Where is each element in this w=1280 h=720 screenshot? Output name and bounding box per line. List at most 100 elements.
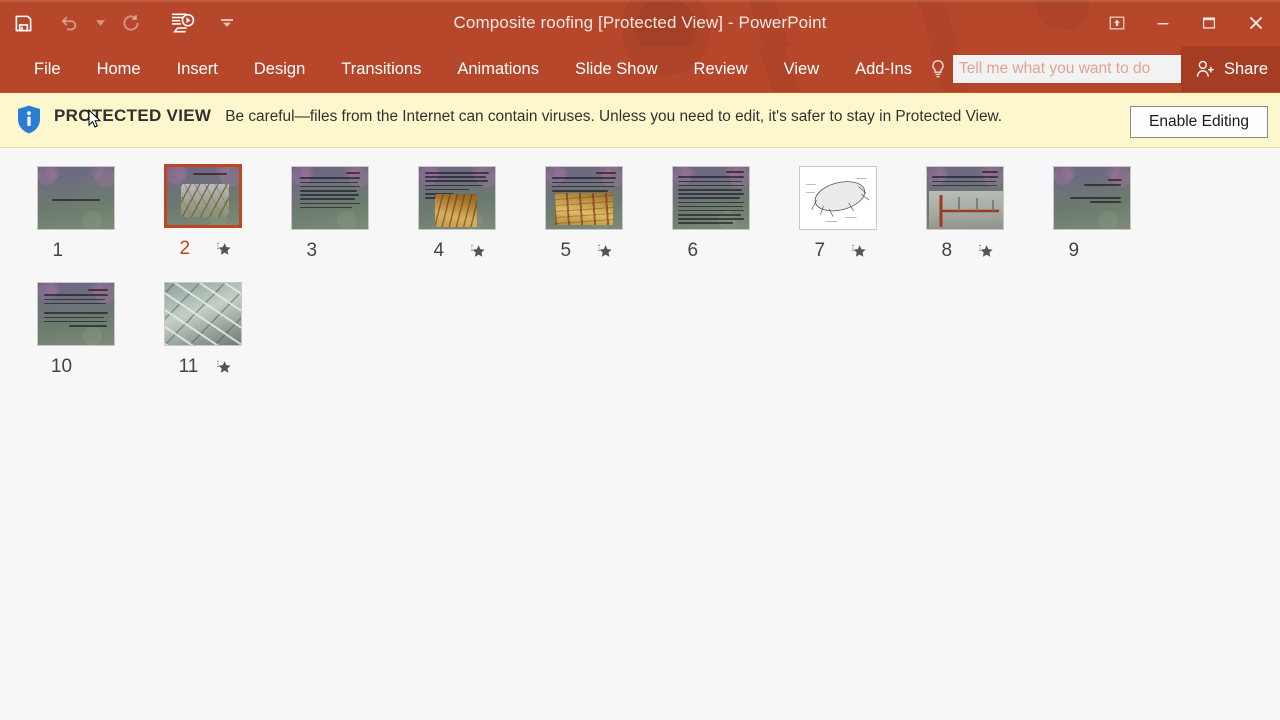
slide-meta: 5 [520, 240, 647, 262]
slide-thumbnail-10[interactable]: 10 [12, 278, 139, 378]
slide-preview [163, 282, 242, 346]
slide-number: 10 [50, 356, 73, 377]
tab-home[interactable]: Home [79, 46, 159, 92]
ribbon-display-options-icon [1109, 16, 1125, 30]
slide-number: 9 [1068, 240, 1080, 261]
redo-button[interactable] [108, 4, 154, 42]
slide-thumbnail-7[interactable]: 7 [774, 162, 901, 262]
slide-meta: 9 [1028, 240, 1155, 262]
slide-number: 2 [179, 238, 191, 259]
slideshow-icon [171, 13, 195, 33]
tab-insert[interactable]: Insert [159, 46, 236, 92]
tell-me-area: Tell me what you want to do Share [923, 46, 1280, 92]
animation-star-icon [597, 243, 613, 259]
slide-preview [290, 166, 369, 230]
undo-dropdown[interactable] [92, 4, 108, 42]
tab-design[interactable]: Design [236, 46, 323, 92]
slide-preview [36, 166, 115, 230]
tab-view[interactable]: View [766, 46, 837, 92]
animation-star-icon [851, 243, 867, 259]
slide-meta: 2 [139, 238, 266, 260]
close-button[interactable] [1232, 0, 1280, 46]
customize-qat-button[interactable] [210, 4, 244, 42]
tab-file[interactable]: File [16, 46, 79, 92]
redo-icon [123, 15, 139, 31]
slide-preview [36, 282, 115, 346]
slide-meta: 3 [266, 240, 393, 262]
animation-star-icon [216, 241, 232, 257]
start-slideshow-button[interactable] [154, 4, 210, 42]
slide-thumbnail-2[interactable]: 2 [139, 162, 266, 262]
slide-number: 8 [941, 240, 953, 261]
slide-meta: 4 [393, 240, 520, 262]
minimize-button[interactable] [1140, 0, 1186, 46]
chevron-down-icon [221, 19, 233, 27]
slide-number: 7 [814, 240, 826, 261]
tab-review[interactable]: Review [676, 46, 766, 92]
slide-preview [671, 166, 750, 230]
info-shield-icon [12, 99, 46, 134]
slide-preview [925, 166, 1004, 230]
slide-preview [417, 166, 496, 230]
slide-thumbnail-4[interactable]: 4 [393, 162, 520, 262]
animation-star-icon [978, 243, 994, 259]
slide-number: 3 [306, 240, 318, 261]
slide-thumbnail-11[interactable]: 11 [139, 278, 266, 378]
mouse-cursor [88, 108, 102, 134]
slide-grid: 1 2 3 4 5 6 7 8 9 10 11 [12, 162, 1280, 394]
tab-slide-show[interactable]: Slide Show [557, 46, 676, 92]
slide-thumbnail-9[interactable]: 9 [1028, 162, 1155, 262]
slide-thumbnail-1[interactable]: 1 [12, 162, 139, 262]
slide-meta: 11 [139, 356, 266, 378]
quick-access-toolbar [0, 4, 244, 42]
tab-animations[interactable]: Animations [439, 46, 557, 92]
lightbulb-icon [923, 59, 953, 79]
save-button[interactable] [0, 4, 46, 42]
window-controls [1094, 0, 1280, 46]
slide-meta: 1 [12, 240, 139, 262]
slide-number: 4 [433, 240, 445, 261]
slide-number: 1 [52, 240, 64, 261]
enable-editing-button[interactable]: Enable Editing [1130, 106, 1268, 138]
close-icon [1249, 16, 1263, 30]
structure-diagram [805, 178, 869, 222]
slide-thumbnail-5[interactable]: 5 [520, 162, 647, 262]
slide-preview [544, 166, 623, 230]
slide-number: 6 [687, 240, 699, 261]
undo-button[interactable] [46, 4, 92, 42]
slide-thumbnail-8[interactable]: 8 [901, 162, 1028, 262]
slide-sorter-pane[interactable]: 1 2 3 4 5 6 7 8 9 10 11 [0, 148, 1280, 710]
animation-star-icon [216, 359, 232, 375]
protected-view-message: Be careful—files from the Internet can c… [225, 108, 1003, 125]
slide-meta: 7 [774, 240, 901, 262]
slide-meta: 6 [647, 240, 774, 262]
search-input[interactable]: Tell me what you want to do [952, 55, 1181, 83]
ribbon-display-options-button[interactable] [1094, 0, 1140, 46]
slide-preview [1052, 166, 1131, 230]
share-person-icon [1196, 60, 1214, 77]
ribbon-tab-bar: File Home Insert Design Transitions Anim… [0, 46, 1280, 92]
ribbon-tabs: File Home Insert Design Transitions Anim… [0, 46, 930, 92]
slide-number: 5 [560, 240, 572, 261]
slide-thumbnail-3[interactable]: 3 [266, 162, 393, 262]
slide-meta: 10 [12, 356, 139, 378]
tab-transitions[interactable]: Transitions [323, 46, 439, 92]
title-bar: Composite roofing [Protected View] - Pow… [0, 0, 1280, 46]
undo-icon [61, 16, 77, 31]
save-icon [15, 15, 31, 31]
protected-view-bar: PROTECTED VIEW Be careful—files from the… [0, 92, 1280, 148]
animation-star-icon [470, 243, 486, 259]
slide-thumbnail-6[interactable]: 6 [647, 162, 774, 262]
tab-add-ins[interactable]: Add-Ins [837, 46, 930, 92]
slide-preview [798, 166, 877, 230]
slide-meta: 8 [901, 240, 1028, 262]
share-label: Share [1223, 59, 1268, 78]
minimize-icon [1157, 23, 1169, 25]
slide-preview [163, 164, 242, 228]
chevron-down-icon [95, 20, 105, 26]
share-button[interactable]: Share [1180, 46, 1280, 92]
protected-view-label: PROTECTED VIEW [54, 106, 212, 125]
restore-button[interactable] [1186, 0, 1232, 46]
slide-number: 11 [178, 356, 199, 377]
restore-icon [1202, 17, 1216, 29]
